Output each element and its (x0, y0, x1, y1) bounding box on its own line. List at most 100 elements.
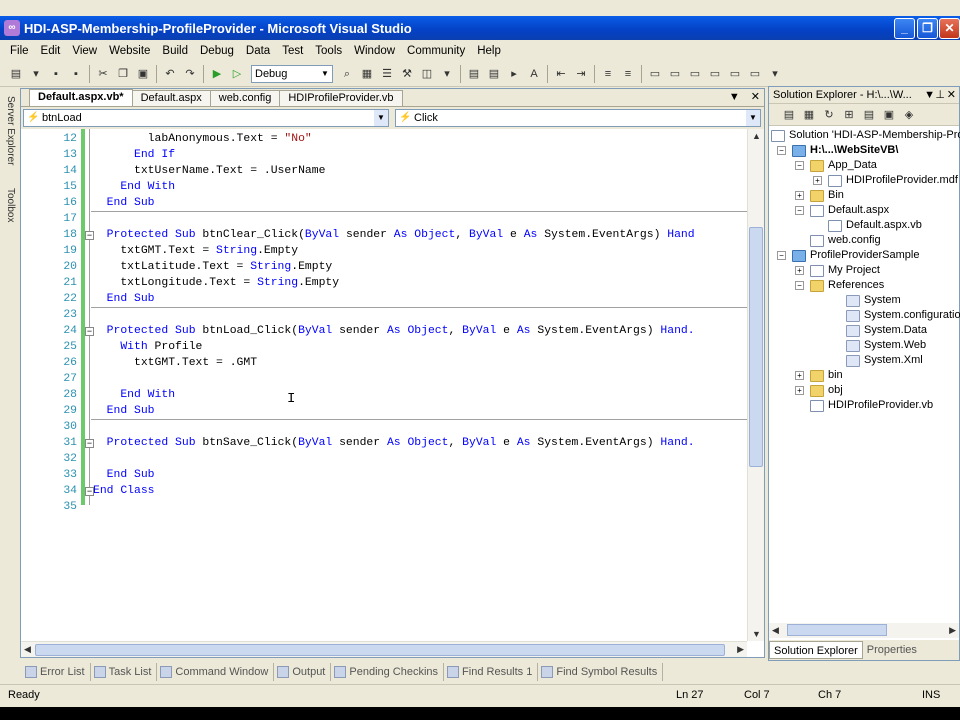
menu-item-data[interactable]: Data (240, 45, 276, 57)
code-line[interactable]: 17 (21, 211, 747, 227)
scroll-left-icon[interactable]: ◀ (772, 625, 779, 636)
comment-icon[interactable]: ≡ (600, 66, 616, 82)
scroll-up-icon[interactable]: ▲ (752, 131, 761, 141)
close-icon[interactable]: ✕ (947, 87, 956, 103)
server-explorer-tab[interactable]: Server Explorer (2, 96, 16, 165)
method-name-dropdown[interactable]: ⚡ Click ▼ (395, 109, 761, 127)
horizontal-scroll-thumb[interactable] (35, 644, 725, 656)
open-file-icon[interactable]: ▾ (28, 66, 44, 82)
class-name-dropdown[interactable]: ⚡ btnLoad ▼ (23, 109, 389, 127)
maximize-button[interactable]: ❐ (917, 18, 938, 39)
code-line[interactable]: 27 (21, 371, 747, 387)
uncomment-icon[interactable]: ≡ (620, 66, 636, 82)
tree-node[interactable]: − ProfileProviderSample (777, 248, 919, 263)
nest-related-files-icon[interactable]: ⊞ (841, 107, 857, 123)
vertical-scrollbar[interactable]: ▲ ▼ (747, 129, 764, 641)
scroll-right-icon[interactable]: ▶ (737, 644, 744, 655)
code-line[interactable]: 25 With Profile (21, 339, 747, 355)
tree-node[interactable]: System.Web (831, 338, 926, 353)
cut-icon[interactable]: ✂ (95, 66, 111, 82)
text-editor-icon[interactable]: ▤ (466, 66, 482, 82)
menu-item-window[interactable]: Window (348, 45, 401, 57)
scroll-down-icon[interactable]: ▼ (752, 629, 761, 639)
tab-properties[interactable]: Properties (863, 641, 921, 659)
tree-node[interactable]: + Bin (795, 188, 844, 203)
start-debugging-icon[interactable]: ▶ (209, 66, 225, 82)
solution-explorer-icon[interactable]: ▦ (359, 66, 375, 82)
tab-error-list[interactable]: Error List (22, 663, 91, 681)
new-project-icon[interactable]: ▤ (8, 66, 24, 82)
scroll-left-icon[interactable]: ◀ (24, 644, 31, 655)
tree-node[interactable]: − H:\...\WebSiteVB\ (777, 143, 898, 158)
expand-icon[interactable]: + (795, 191, 804, 200)
expand-icon[interactable]: + (795, 386, 804, 395)
horizontal-scrollbar[interactable]: ◀ ▶ (21, 641, 747, 657)
code-line[interactable]: 23 (21, 307, 747, 323)
code-line[interactable]: 12 labAnonymous.Text = "No" (21, 131, 747, 147)
tree-node[interactable]: System.Xml (831, 353, 923, 368)
tab-task-list[interactable]: Task List (91, 663, 158, 681)
tree-node[interactable]: System.Data (831, 323, 927, 338)
chevron-down-icon[interactable]: ▼ (924, 87, 935, 103)
tree-node[interactable]: System.configuration (831, 308, 960, 323)
redo-icon[interactable]: ↷ (182, 66, 198, 82)
tree-node[interactable]: + HDIProfileProvider.mdf (813, 173, 958, 188)
tree-node[interactable]: HDIProfileProvider.vb (795, 398, 933, 413)
object-browser-icon[interactable]: ◫ (419, 66, 435, 82)
code-area[interactable]: 12 labAnonymous.Text = "No" 13 End If 14 t… (21, 129, 747, 641)
code-line[interactable]: 21 txtLongitude.Text = String.Empty (21, 275, 747, 291)
next-bookmark-icon[interactable]: ▭ (687, 66, 703, 82)
increase-indent-icon[interactable]: ⇥ (573, 66, 589, 82)
view-designer-icon[interactable]: ▣ (881, 107, 897, 123)
tree-node[interactable]: + My Project (795, 263, 880, 278)
chevron-down-icon[interactable]: ▼ (729, 91, 740, 103)
scroll-right-icon[interactable]: ▶ (949, 625, 956, 636)
code-line[interactable]: 29 End Sub (21, 403, 747, 419)
paste-icon[interactable]: ▣ (135, 66, 151, 82)
undo-icon[interactable]: ↶ (162, 66, 178, 82)
tree-node[interactable]: Default.aspx.vb (813, 218, 922, 233)
menu-item-community[interactable]: Community (401, 45, 471, 57)
collapse-icon[interactable]: − (85, 231, 94, 240)
code-line[interactable]: 35 (21, 499, 747, 515)
collapse-icon[interactable]: − (777, 146, 786, 155)
expand-icon[interactable]: + (813, 176, 822, 185)
tab-find-symbol-results[interactable]: Find Symbol Results (538, 663, 664, 681)
next-bookmark-folder-icon[interactable]: ▭ (727, 66, 743, 82)
document-tab[interactable]: web.config (209, 90, 281, 106)
toolbar-options-icon[interactable]: ▾ (439, 66, 455, 82)
save-all-icon[interactable]: ▪ (68, 66, 84, 82)
solution-configuration-dropdown[interactable]: Debug ▼ (251, 64, 333, 83)
code-line[interactable]: 31 Protected Sub btnSave_Click(ByVal sen… (21, 435, 747, 451)
menu-item-tools[interactable]: Tools (309, 45, 348, 57)
code-line[interactable]: 16 End Sub (21, 195, 747, 211)
code-line[interactable]: 32 (21, 451, 747, 467)
collapse-icon[interactable]: − (85, 327, 94, 336)
code-line[interactable]: 14 txtUserName.Text = .UserName (21, 163, 747, 179)
menu-item-website[interactable]: Website (103, 45, 156, 57)
tab-command-window[interactable]: Command Window (157, 663, 275, 681)
close-button[interactable]: ✕ (939, 18, 960, 39)
properties-icon[interactable]: ☰ (379, 66, 395, 82)
quick-info-icon[interactable]: A (526, 66, 542, 82)
tab-solution-explorer[interactable]: Solution Explorer (769, 641, 863, 659)
show-all-files-icon[interactable]: ▦ (801, 107, 817, 123)
prev-bookmark-folder-icon[interactable]: ▭ (707, 66, 723, 82)
collapse-icon[interactable]: − (85, 439, 94, 448)
toolbox-icon[interactable]: ⚒ (399, 66, 415, 82)
tree-node[interactable]: System (831, 293, 901, 308)
menu-item-debug[interactable]: Debug (194, 45, 240, 57)
toolbox-tab[interactable]: Toolbox (2, 188, 16, 222)
document-tab[interactable]: Default.aspx.vb* (29, 89, 133, 106)
code-line[interactable]: 28 End With (21, 387, 747, 403)
tree-node[interactable]: − App_Data (795, 158, 877, 173)
code-line[interactable]: 24 Protected Sub btnLoad_Click(ByVal sen… (21, 323, 747, 339)
clear-bookmarks-icon[interactable]: ▭ (747, 66, 763, 82)
code-line[interactable]: 13 End If (21, 147, 747, 163)
prev-bookmark-icon[interactable]: ▭ (667, 66, 683, 82)
minimize-button[interactable]: _ (894, 18, 915, 39)
copy-website-icon[interactable]: ◈ (901, 107, 917, 123)
view-code-icon[interactable]: ▤ (861, 107, 877, 123)
collapse-icon[interactable]: − (85, 487, 94, 496)
code-line[interactable]: 22 End Sub (21, 291, 747, 307)
